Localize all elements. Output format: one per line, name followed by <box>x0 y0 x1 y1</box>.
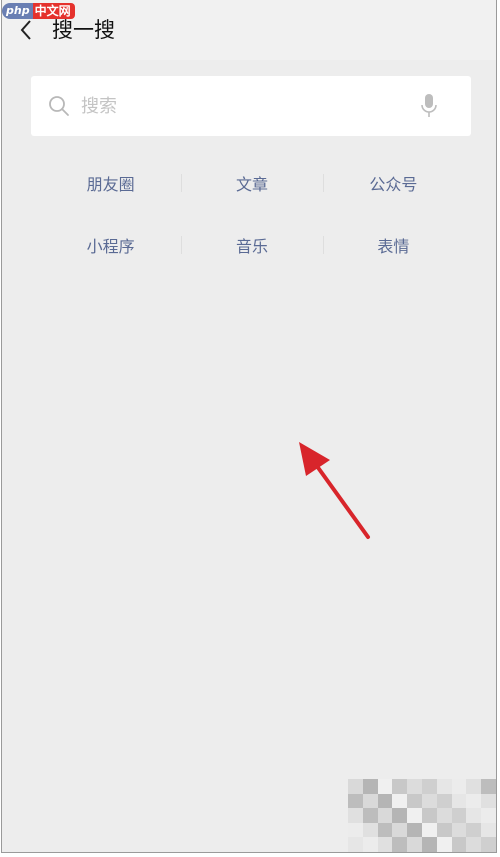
mosaic-cell <box>451 822 467 838</box>
category-articles[interactable]: 文章 <box>181 152 322 214</box>
category-stickers[interactable]: 表情 <box>322 214 464 276</box>
mosaic-cell <box>407 808 422 823</box>
mosaic-cell <box>436 822 452 838</box>
category-official-accounts[interactable]: 公众号 <box>322 152 464 214</box>
mosaic-cell <box>451 808 467 823</box>
mosaic-cell <box>392 837 408 852</box>
mosaic-cell <box>436 808 452 823</box>
mosaic-cell <box>451 837 467 852</box>
mosaic-cell <box>466 808 482 823</box>
mosaic-cell <box>377 808 393 823</box>
mosaic-cell <box>481 837 496 852</box>
mosaic-cell <box>436 837 452 852</box>
mosaic-cell <box>348 793 363 809</box>
mosaic-cell <box>348 837 363 852</box>
mosaic-cell <box>436 779 452 794</box>
annotation-arrow-icon <box>299 442 370 539</box>
mosaic-cell <box>436 793 452 809</box>
mosaic-cell <box>422 837 437 852</box>
mosaic-cell <box>422 779 437 794</box>
app-screen: 搜一搜 朋友圈 文章 公众号 小程序 音乐 表情 <box>1 0 497 853</box>
mosaic-cell <box>362 779 378 794</box>
mosaic-cell <box>362 793 378 809</box>
search-icon <box>49 96 69 116</box>
page-title: 搜一搜 <box>52 18 115 42</box>
mosaic-cell <box>451 793 467 809</box>
watermark-text: 中文网 <box>32 3 75 19</box>
mosaic-cell <box>407 779 422 794</box>
mosaic-cell <box>422 822 437 838</box>
mosaic-cell <box>481 779 496 794</box>
mosaic-cell <box>377 779 393 794</box>
mosaic-cell <box>407 793 422 809</box>
mosaic-cell <box>451 779 467 794</box>
mosaic-cell <box>466 793 482 809</box>
mosaic-cell <box>481 822 496 838</box>
pixelated-corner <box>348 779 496 852</box>
watermark-badge: php <box>2 3 33 19</box>
chevron-left-icon <box>20 20 31 40</box>
mosaic-cell <box>348 822 363 838</box>
category-mini-programs[interactable]: 小程序 <box>40 214 181 276</box>
category-music[interactable]: 音乐 <box>181 214 322 276</box>
mosaic-cell <box>348 779 363 794</box>
site-watermark-logo: php 中文网 <box>2 2 75 20</box>
mosaic-cell <box>362 837 378 852</box>
mosaic-cell <box>392 793 408 809</box>
mosaic-cell <box>466 779 482 794</box>
search-input[interactable] <box>81 90 401 122</box>
mosaic-cell <box>481 793 496 809</box>
mosaic-cell <box>407 837 422 852</box>
mosaic-cell <box>362 822 378 838</box>
top-bar: 搜一搜 <box>2 0 496 60</box>
mosaic-cell <box>422 793 437 809</box>
mosaic-cell <box>392 808 408 823</box>
mosaic-cell <box>377 837 393 852</box>
mosaic-cell <box>377 822 393 838</box>
search-bar[interactable] <box>31 76 471 136</box>
mosaic-cell <box>348 808 363 823</box>
search-category-grid: 朋友圈 文章 公众号 小程序 音乐 表情 <box>40 152 464 276</box>
mosaic-cell <box>362 808 378 823</box>
mosaic-cell <box>377 793 393 809</box>
microphone-icon[interactable] <box>417 93 441 119</box>
mosaic-cell <box>422 808 437 823</box>
mosaic-cell <box>466 837 482 852</box>
mosaic-cell <box>481 808 496 823</box>
back-button[interactable] <box>12 16 40 44</box>
mosaic-cell <box>466 822 482 838</box>
mosaic-cell <box>407 822 422 838</box>
category-moments[interactable]: 朋友圈 <box>40 152 181 214</box>
mosaic-cell <box>392 822 408 838</box>
mosaic-cell <box>392 779 408 794</box>
